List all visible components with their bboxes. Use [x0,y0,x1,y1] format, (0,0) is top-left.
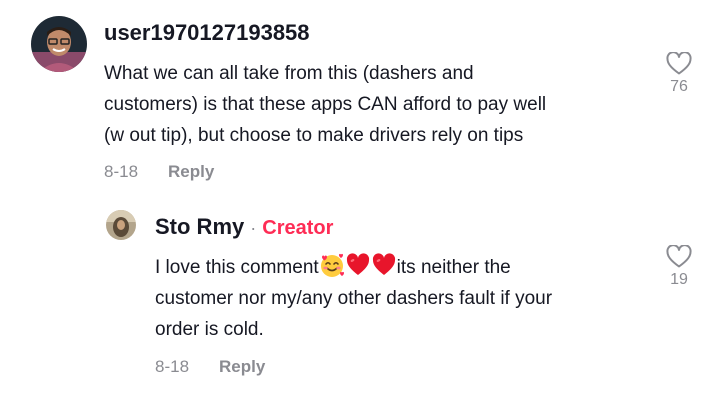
like-button[interactable]: 76 [659,52,699,96]
creator-avatar[interactable] [106,210,136,240]
red-heart-icon [371,252,397,278]
creator-header: Sto Rmy · Creator [155,214,333,240]
creator-username[interactable]: Sto Rmy [155,214,244,240]
like-count: 19 [670,271,688,288]
comment-date: 8-18 [104,162,139,181]
like-count: 76 [670,78,688,95]
creator-avatar-image [106,210,136,240]
red-heart-icon [345,252,371,278]
reply-text-line: I love this comment its neither the [155,252,552,283]
heart-outline-icon [666,52,692,75]
reply-button[interactable]: Reply [219,357,265,376]
comment-text-line: customers) is that these apps CAN afford… [104,94,547,115]
reply-text: I love this comment its neither the cust… [155,252,552,345]
reply-button[interactable]: Reply [168,162,214,181]
comment-username[interactable]: user1970127193858 [104,20,310,46]
reply-text-end: its neither the [396,257,511,278]
like-button[interactable]: 19 [659,245,699,289]
comment-text: What we can all take from this (dashers … [104,58,546,151]
comment-meta: 8-18 Reply [104,162,214,182]
smiling-face-with-hearts-icon [319,252,345,278]
reply-text-line: order is cold. [155,319,264,340]
reply-meta: 8-18 Reply [155,357,265,377]
heart-outline-icon [666,245,692,268]
comment-text-line: What we can all take from this (dashers … [104,63,474,84]
reply-text-start: I love this comment [155,257,319,278]
reply-date: 8-18 [155,357,190,376]
separator-dot: · [250,218,257,238]
reply-text-line: customer nor my/any other dashers fault … [155,288,553,309]
user-avatar-image [31,16,87,72]
avatar[interactable] [31,16,87,72]
creator-badge: Creator [262,217,334,239]
comment-text-line: (w out tip), but choose to make drivers … [104,125,524,146]
